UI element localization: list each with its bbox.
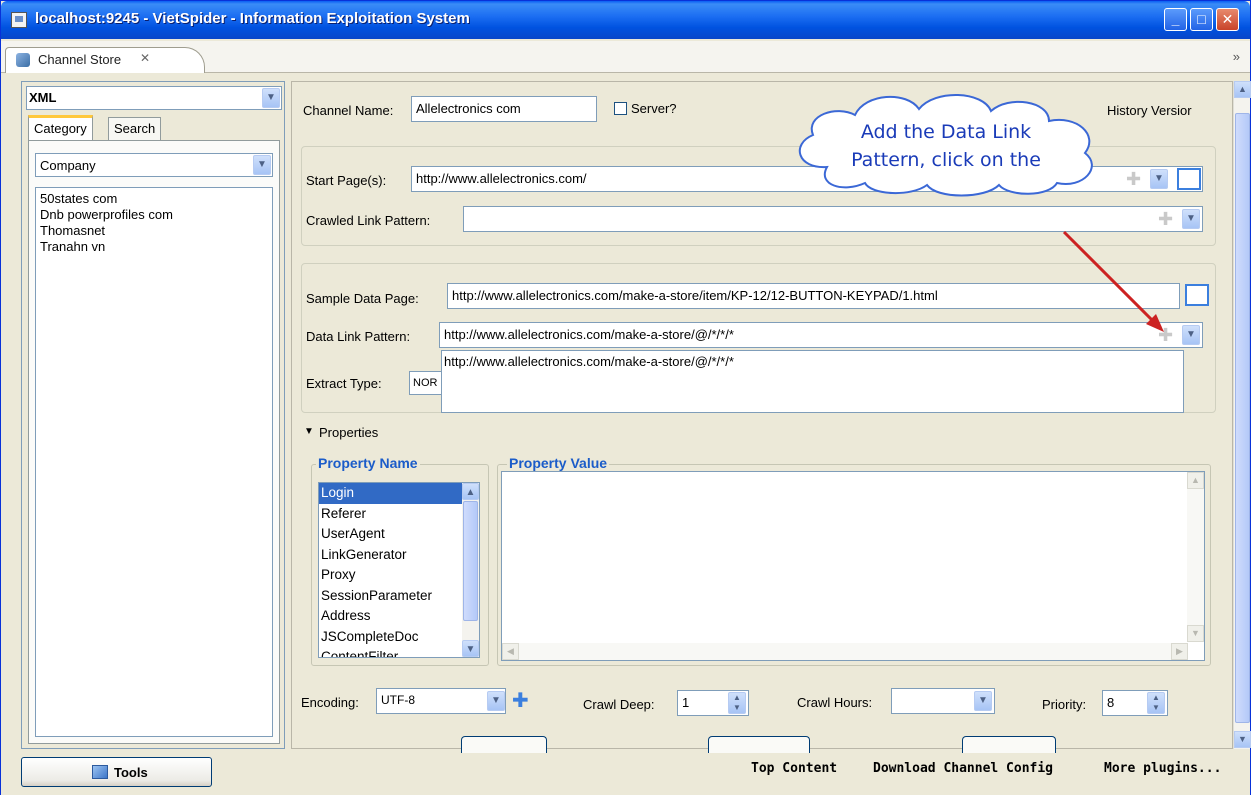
cloud-shape [798, 94, 1093, 197]
list-item[interactable]: ContentFilter [319, 647, 479, 657]
scroll-down-icon[interactable]: ▼ [462, 640, 479, 657]
tab-category[interactable]: Category [28, 115, 93, 141]
chevron-down-icon[interactable]: ▼ [262, 88, 280, 108]
close-button[interactable]: ✕ [1216, 8, 1239, 31]
crawl-hours-label: Crawl Hours: [797, 695, 873, 710]
tools-button[interactable]: Tools [21, 757, 212, 787]
crawl-deep-label: Crawl Deep: [583, 697, 655, 712]
left-panel: XML ▼ Category Search Company ▼ 50states… [21, 81, 285, 749]
property-name-header: Property Name [316, 455, 420, 471]
type-combo-value: XML [29, 90, 57, 105]
tab-label: Channel Store [38, 52, 122, 67]
property-list-scrollbar[interactable]: ▲ ▼ [462, 483, 479, 657]
server-checkbox[interactable] [614, 102, 627, 115]
more-plugins-link[interactable]: More plugins... [1104, 761, 1221, 776]
list-item[interactable]: Tranahn vn [40, 239, 268, 255]
callout-line-2: Pattern, click on the [851, 149, 1041, 171]
channel-name-label: Channel Name: [303, 103, 394, 118]
chevron-down-icon[interactable]: ▼ [253, 155, 271, 175]
tools-label: Tools [114, 765, 148, 780]
history-version-label[interactable]: History Versior [1107, 103, 1192, 118]
minimize-button[interactable]: _ [1164, 8, 1187, 31]
priority-label: Priority: [1042, 697, 1087, 712]
crawl-deep-spin-icon[interactable]: ▲ ▼ [728, 692, 746, 714]
encoding-dropdown-icon[interactable]: ▼ [487, 691, 505, 711]
add-start-page-icon[interactable]: ✚ [1126, 170, 1141, 188]
triangle-down-icon[interactable]: ▼ [304, 426, 314, 437]
sample-page-window-button[interactable] [1185, 284, 1209, 306]
action-button-1[interactable] [461, 736, 547, 754]
scroll-up-icon[interactable]: ▲ [1187, 472, 1204, 489]
scroll-down-icon[interactable]: ▼ [1187, 625, 1204, 642]
property-name-list: Login Referer UserAgent LinkGenerator Pr… [318, 482, 480, 658]
crawled-link-label: Crawled Link Pattern: [306, 213, 431, 228]
tab-channel-store[interactable]: Channel Store ✕ [5, 47, 205, 73]
list-item[interactable]: Proxy [319, 565, 479, 586]
action-button-3[interactable] [962, 736, 1056, 754]
category-panel: Company ▼ 50states com Dnb powerprofiles… [28, 140, 280, 744]
scroll-thumb[interactable] [463, 501, 478, 621]
add-encoding-icon[interactable]: ✚ [512, 691, 529, 711]
list-item[interactable]: Login [319, 483, 479, 504]
list-item[interactable]: SessionParameter [319, 586, 479, 607]
tab-search[interactable]: Search [108, 117, 162, 141]
crawled-link-dropdown-icon[interactable]: ▼ [1182, 209, 1200, 229]
list-item[interactable]: Thomasnet [40, 223, 268, 239]
window-title: localhost:9245 - VietSpider - Informatio… [35, 10, 470, 27]
red-arrow-icon [1062, 230, 1164, 332]
view-tab-bar: Channel Store ✕ » [1, 41, 1250, 73]
tools-icon [92, 765, 108, 779]
action-button-2[interactable] [708, 736, 810, 754]
vertical-scrollbar[interactable]: ▲ ▼ [1233, 81, 1251, 749]
category-combo-value: Company [40, 158, 96, 173]
callout-line-1: Add the Data Link [860, 121, 1032, 143]
title-bar: localhost:9245 - VietSpider - Informatio… [1, 1, 1250, 39]
download-channel-config-link[interactable]: Download Channel Config [873, 761, 1053, 776]
scroll-down-icon[interactable]: ▼ [1234, 731, 1251, 748]
properties-toggle-label[interactable]: Properties [319, 425, 378, 440]
category-combo[interactable]: Company ▼ [35, 153, 273, 177]
scroll-left-icon[interactable]: ◀ [502, 643, 519, 660]
app-window: localhost:9245 - VietSpider - Informatio… [0, 0, 1251, 795]
list-item[interactable]: UserAgent [319, 524, 479, 545]
data-link-pattern-label: Data Link Pattern: [306, 329, 411, 344]
start-pages-dropdown-icon[interactable]: ▼ [1150, 169, 1168, 189]
property-value-hscroll[interactable]: ◀ ▶ [502, 643, 1188, 660]
view-menu-chevron-icon[interactable]: » [1233, 49, 1240, 64]
scroll-up-icon[interactable]: ▲ [1234, 81, 1251, 98]
data-link-suggestion-popup: http://www.allelectronics.com/make-a-sto… [441, 350, 1184, 413]
app-icon [11, 12, 27, 28]
suggestion-item[interactable]: http://www.allelectronics.com/make-a-sto… [444, 354, 734, 369]
data-link-dropdown-icon[interactable]: ▼ [1182, 325, 1200, 345]
scroll-up-icon[interactable]: ▲ [462, 483, 479, 500]
start-pages-label: Start Page(s): [306, 173, 387, 188]
top-content-link[interactable]: Top Content [751, 761, 837, 776]
type-combo[interactable]: XML ▼ [26, 86, 282, 110]
encoding-label: Encoding: [301, 695, 359, 710]
property-value-textarea[interactable]: ▲ ▼ ◀ ▶ [501, 471, 1205, 661]
list-item[interactable]: Dnb powerprofiles com [40, 207, 268, 223]
priority-spin-icon[interactable]: ▲ ▼ [1147, 692, 1165, 714]
scroll-right-icon[interactable]: ▶ [1171, 643, 1188, 660]
category-list: 50states com Dnb powerprofiles com Thoma… [35, 187, 273, 737]
list-item[interactable]: JSCompleteDoc [319, 627, 479, 648]
start-pages-window-button[interactable] [1177, 168, 1201, 190]
list-item[interactable]: Referer [319, 504, 479, 525]
bottom-bar: Tools Top Content Download Channel Confi… [1, 753, 1250, 795]
list-item[interactable]: LinkGenerator [319, 545, 479, 566]
property-value-vscroll[interactable]: ▲ ▼ [1187, 472, 1204, 642]
channel-name-input[interactable]: Allelectronics com [411, 96, 597, 122]
tab-close-icon[interactable]: ✕ [140, 51, 150, 65]
annotation-callout: Add the Data Link Pattern, click on the [787, 89, 1105, 199]
crawl-hours-dropdown-icon[interactable]: ▼ [974, 691, 992, 711]
sample-data-page-label: Sample Data Page: [306, 291, 419, 306]
list-item[interactable]: 50states com [40, 191, 268, 207]
property-value-header: Property Value [507, 455, 610, 471]
extract-type-label: Extract Type: [306, 376, 382, 391]
server-label: Server? [631, 101, 677, 116]
channel-store-icon [16, 53, 30, 67]
scroll-thumb[interactable] [1235, 113, 1250, 723]
list-item[interactable]: Address [319, 606, 479, 627]
maximize-button[interactable]: □ [1190, 8, 1213, 31]
